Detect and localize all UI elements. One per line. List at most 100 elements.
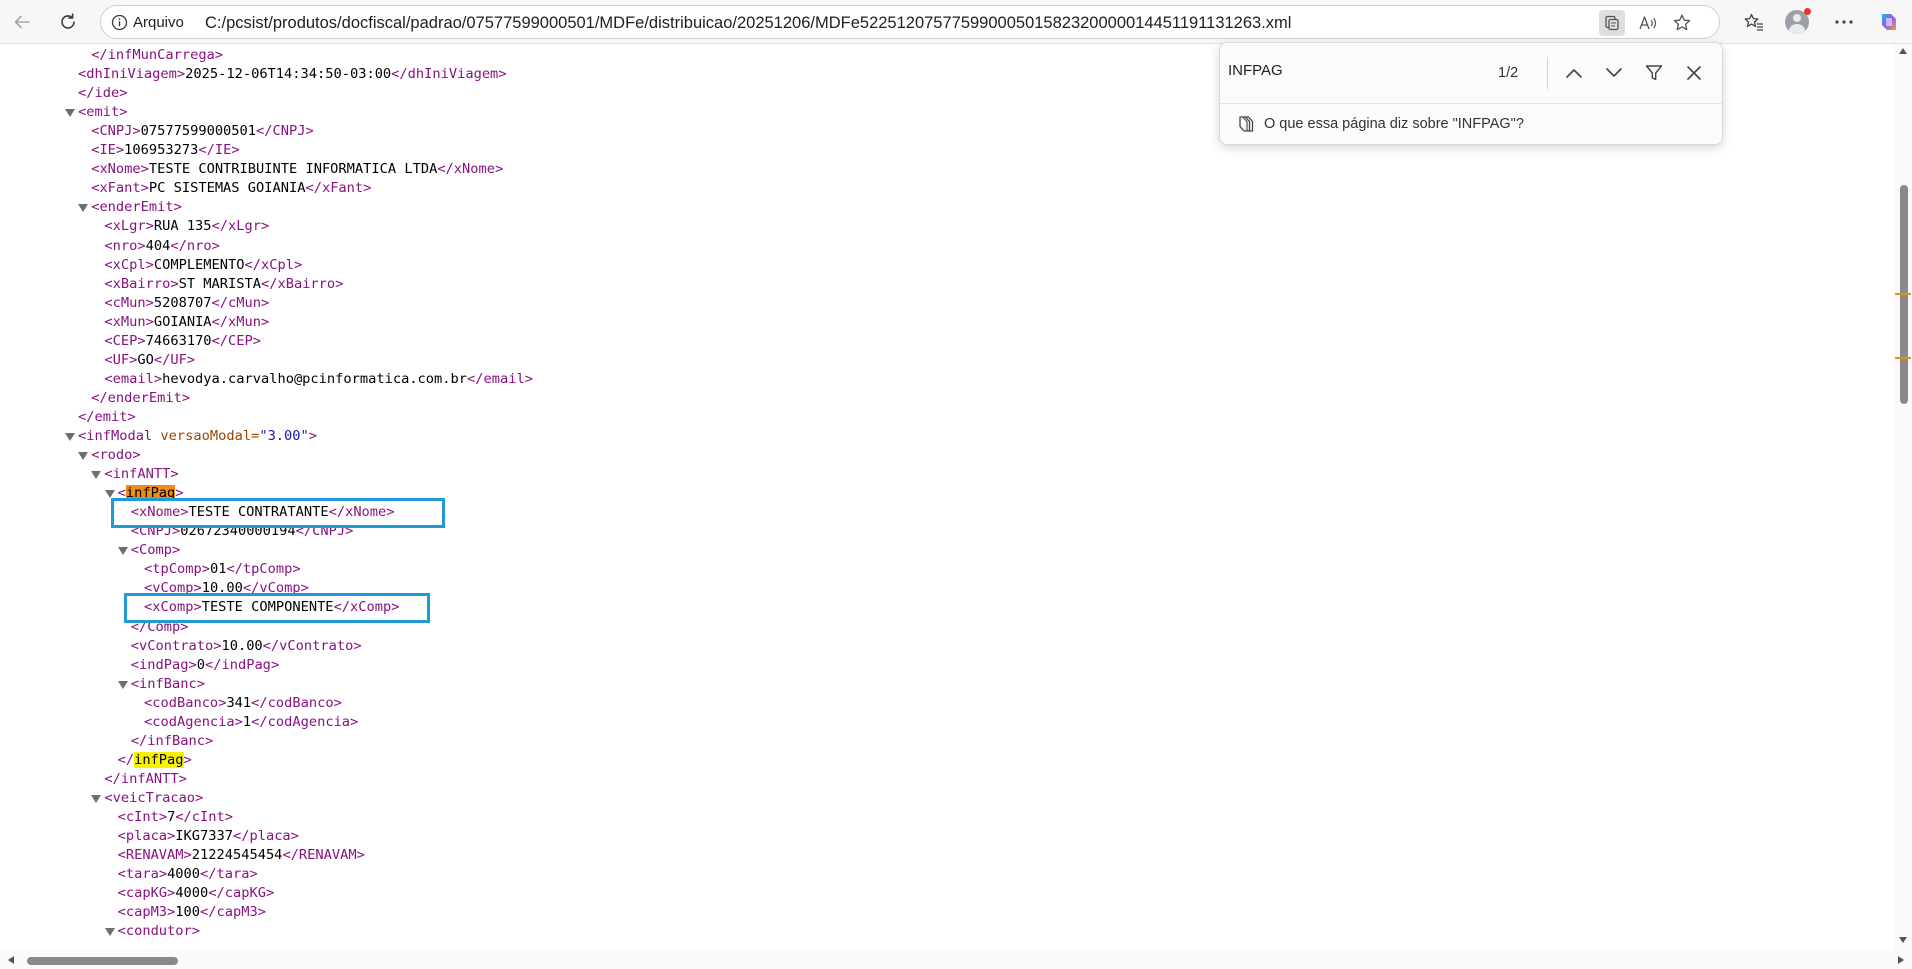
horizontal-scroll-thumb[interactable]: [27, 957, 178, 965]
xml-tag-part: >: [257, 904, 266, 921]
xml-tag-part: <: [117, 923, 126, 940]
xml-text: ST MARISTA: [178, 275, 261, 292]
xml-tag-part: >: [211, 237, 220, 254]
xml-tag-part: </: [437, 161, 454, 178]
collapse-triangle-icon[interactable]: [65, 109, 75, 118]
refresh-icon[interactable]: [52, 6, 84, 38]
previous-match-icon[interactable]: [1558, 57, 1590, 89]
collapse-triangle-icon[interactable]: [78, 452, 89, 461]
copilot-ask-button[interactable]: O que essa página diz sobre "INFPAG"?: [1220, 104, 1722, 145]
horizontal-scrollbar[interactable]: [0, 950, 1912, 969]
xml-tag-part: >: [186, 351, 196, 368]
xml-tag-part: <: [144, 713, 153, 730]
filter-icon[interactable]: [1638, 57, 1670, 89]
vertical-scrollbar[interactable]: [1894, 44, 1912, 950]
xml-tag-part: cMun: [228, 294, 261, 311]
xml-line: </emit>: [78, 408, 136, 427]
xml-line: <xFant>PC SISTEMAS GOIANIA</xFant>: [91, 179, 371, 198]
xml-tag-part: </: [232, 828, 250, 845]
xml-tag-part: >: [181, 389, 191, 406]
collapse-triangle-icon[interactable]: [91, 471, 102, 480]
xml-document: </infMunCarrega> <dhIniViagem>2025-12-06T…: [0, 44, 1894, 950]
xml-tag-part: >: [119, 85, 128, 102]
scroll-right-icon[interactable]: [1898, 956, 1904, 964]
xml-tag-part: </: [198, 142, 215, 159]
xml-tag-part: cMun: [112, 294, 146, 311]
copilot-prompt-text: O que essa página diz sobre "INFPAG"?: [1264, 116, 1524, 132]
xml-tag-part: <: [144, 694, 153, 711]
xml-tag-part: xNome: [99, 161, 141, 178]
xml-tag-part: >: [196, 675, 205, 692]
xml-tag-part: >: [176, 66, 186, 83]
xml-tag-part: <: [104, 370, 113, 387]
xml-tag-part: </: [256, 123, 273, 140]
favorite-star-icon[interactable]: [1669, 10, 1695, 36]
xml-tag-part: >: [145, 313, 154, 330]
collapse-triangle-icon[interactable]: [117, 547, 128, 556]
xml-text: COMPLEMENTO: [153, 256, 245, 273]
xml-text: 1: [242, 713, 252, 730]
xml-tag-part: <: [117, 885, 126, 902]
scroll-left-icon[interactable]: [8, 956, 14, 964]
copilot-icon[interactable]: [1873, 6, 1905, 38]
xml-tag-part: CEP: [228, 332, 253, 349]
xml-tag-part: >: [119, 104, 128, 121]
xml-tag-part: >: [137, 332, 146, 349]
close-icon[interactable]: [1678, 57, 1710, 89]
find-input[interactable]: [1228, 51, 1508, 89]
xml-line: <email>hevodya.carvalho@pcinformatica.co…: [104, 370, 533, 389]
scroll-up-icon[interactable]: [1899, 48, 1907, 54]
xml-tag-part: <: [104, 466, 113, 483]
collapse-triangle-icon[interactable]: [65, 433, 75, 441]
extensions-icon[interactable]: [1599, 10, 1625, 36]
xml-line: <infANTT>: [104, 465, 178, 484]
match-marker: [1895, 293, 1911, 295]
search-highlight: infPag: [134, 751, 184, 768]
xml-tag-part: >: [183, 751, 192, 768]
xml-text: 07577599000501: [140, 123, 257, 140]
xml-tag-part: >: [127, 408, 136, 425]
xml-text: 10.00: [221, 637, 263, 654]
xml-line: <nro>404</nro>: [104, 237, 219, 256]
xml-tag-part: >: [204, 732, 214, 749]
xml-line: </ide>: [78, 84, 127, 103]
xml-line: <CNPJ>07577599000501</CNPJ>: [91, 122, 314, 141]
next-match-icon[interactable]: [1598, 57, 1630, 89]
xml-tag-part: <: [130, 675, 140, 692]
xml-tag-part: </: [226, 561, 243, 578]
xml-tag-part: Comp: [139, 542, 173, 559]
collapse-triangle-icon[interactable]: [91, 794, 102, 803]
favorites-icon[interactable]: [1738, 6, 1770, 38]
collapse-triangle-icon[interactable]: [78, 204, 89, 213]
xml-line: <codBanco>341</codBanco>: [144, 694, 342, 713]
xml-tag-part: </: [251, 713, 268, 730]
scroll-down-icon[interactable]: [1899, 937, 1907, 943]
address-bar[interactable]: Arquivo C:/pcsist/produtos/docfiscal/pad…: [100, 5, 1720, 39]
xml-tag-part: email: [483, 370, 525, 387]
xml-tag-part: </: [104, 770, 121, 787]
xml-tag-part: UF: [112, 351, 130, 368]
read-aloud-icon[interactable]: [1635, 10, 1661, 36]
xml-tag-part: infANTT: [120, 770, 179, 787]
xml-tag-part: <: [104, 294, 113, 311]
xml-tag-part: >: [191, 923, 201, 940]
xml-tag-part: <: [130, 637, 140, 654]
collapse-triangle-icon[interactable]: [104, 928, 115, 937]
xml-tag-part: >: [178, 770, 187, 787]
info-icon[interactable]: [111, 14, 128, 31]
find-bar: 1/2 O que essa página diz sobre "INFPAG"…: [1219, 42, 1723, 145]
collapse-triangle-icon[interactable]: [104, 490, 115, 499]
xml-text: IKG7337: [175, 828, 233, 845]
xml-tag-part: xBairro: [277, 275, 336, 292]
url-text[interactable]: C:/pcsist/produtos/docfiscal/padrao/0757…: [205, 14, 1291, 33]
xml-tag-part: >: [158, 809, 168, 825]
back-icon[interactable]: [6, 6, 38, 38]
collapse-triangle-icon[interactable]: [117, 680, 128, 689]
xml-tag-part: </: [260, 275, 278, 292]
xml-tag-part: tpComp: [242, 561, 293, 578]
xml-line: <xNome>TESTE CONTRIBUINTE INFORMATICA LT…: [91, 160, 503, 179]
xml-tag-part: <: [104, 351, 113, 368]
xml-tag-part: xLgr: [228, 218, 261, 235]
xml-line: <emit>: [78, 103, 127, 122]
more-icon[interactable]: [1828, 6, 1860, 38]
